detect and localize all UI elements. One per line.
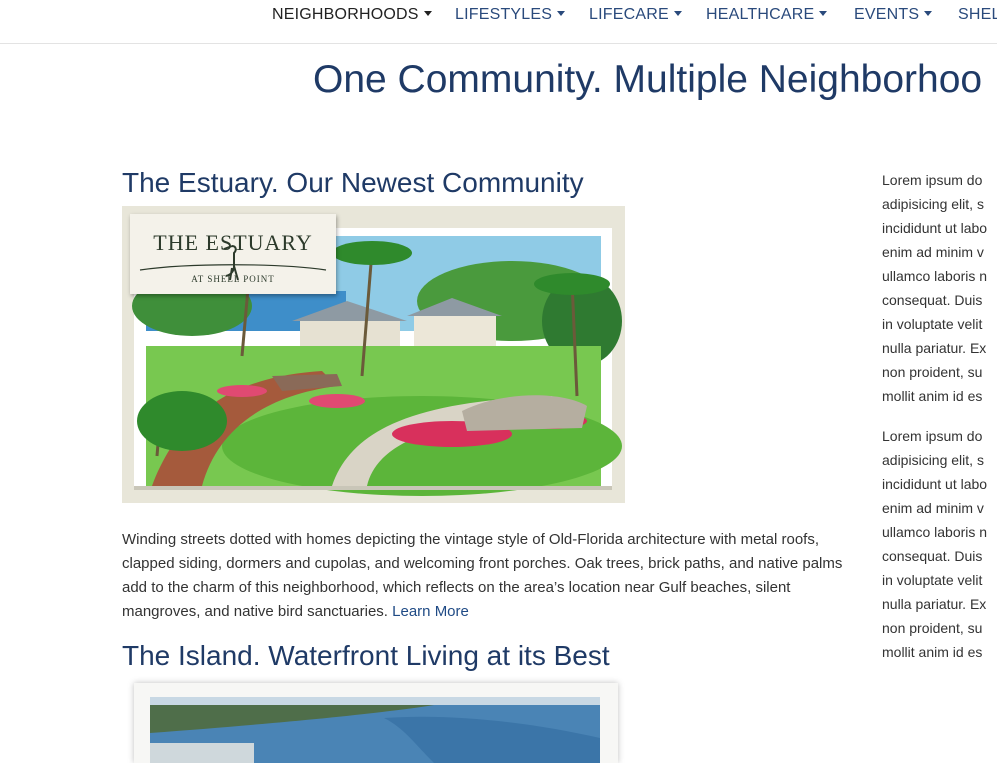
caret-down-icon [557, 11, 566, 16]
sidebar-line: incididunt ut labo [882, 476, 988, 492]
sidebar-line: incididunt ut labo [882, 220, 988, 236]
caret-down-icon [819, 11, 828, 16]
sidebar-line: Lorem ipsum do [882, 172, 983, 188]
sidebar-paragraph-1: Lorem ipsum do adipisicing elit, s incid… [882, 168, 997, 408]
island-title: The Island. Waterfront Living at its Bes… [122, 640, 610, 671]
sidebar-line: enim ad minim v [882, 500, 984, 516]
nav-item-events[interactable]: EVENTS [854, 6, 933, 24]
page-title: One Community. Multiple Neighborhoo [313, 58, 983, 101]
sidebar-line: mollit anim id es [882, 388, 983, 404]
sidebar-line: nulla pariatur. Ex [882, 340, 987, 356]
caret-down-icon [673, 11, 682, 16]
estuary-title: The Estuary. Our Newest Community [122, 167, 584, 198]
caret-down-icon [924, 11, 933, 16]
caret-down-icon [423, 11, 432, 16]
sidebar-line: consequat. Duis [882, 548, 983, 564]
island-photo [134, 683, 618, 763]
sidebar-line: consequat. Duis [882, 292, 983, 308]
sidebar-line: ullamco laboris n [882, 268, 988, 284]
nav-item-label: LIFECARE [589, 6, 669, 23]
sidebar-line: in voluptate velit [882, 572, 983, 588]
estuary-logo: THE ESTUARY AT SHELL POINT [130, 214, 336, 294]
sidebar-line: mollit anim id es [882, 644, 983, 660]
nav-item-shell-point[interactable]: SHEL [958, 6, 997, 24]
sidebar-line: Lorem ipsum do [882, 428, 983, 444]
logo-subtitle: AT SHELL POINT [191, 274, 275, 284]
sidebar-line: enim ad minim v [882, 244, 984, 260]
sidebar-line: adipisicing elit, s [882, 452, 984, 468]
estuary-description-text: Winding streets dotted with homes depict… [122, 531, 843, 620]
nav-item-lifecare[interactable]: LIFECARE [589, 6, 682, 24]
sidebar-line: nulla pariatur. Ex [882, 596, 987, 612]
nav-item-neighborhoods[interactable]: NEIGHBORHOODS [272, 6, 432, 24]
estuary-description: Winding streets dotted with homes depict… [122, 528, 847, 624]
nav-item-label: NEIGHBORHOODS [272, 6, 419, 23]
sidebar-paragraph-2: Lorem ipsum do adipisicing elit, s incid… [882, 424, 997, 664]
logo-swoosh [139, 264, 327, 271]
sidebar-line: in voluptate velit [882, 316, 983, 332]
nav-item-label: HEALTHCARE [706, 6, 815, 23]
nav-item-lifestyles[interactable]: LIFESTYLES [455, 6, 566, 24]
main-nav: NEIGHBORHOODS LIFESTYLES LIFECARE HEALTH… [0, 0, 997, 44]
estuary-rendering-image[interactable]: THE ESTUARY AT SHELL POINT [122, 206, 625, 503]
sidebar-line: ullamco laboris n [882, 524, 988, 540]
nav-item-label: EVENTS [854, 6, 920, 23]
island-aerial-image[interactable] [134, 683, 618, 763]
nav-item-label: LIFESTYLES [455, 6, 553, 23]
nav-item-label: SHEL [958, 6, 997, 23]
learn-more-link[interactable]: Learn More [392, 603, 469, 620]
sidebar-line: non proident, su [882, 620, 983, 636]
nav-item-healthcare[interactable]: HEALTHCARE [706, 6, 828, 24]
sidebar-line: adipisicing elit, s [882, 196, 984, 212]
sidebar-line: non proident, su [882, 364, 983, 380]
